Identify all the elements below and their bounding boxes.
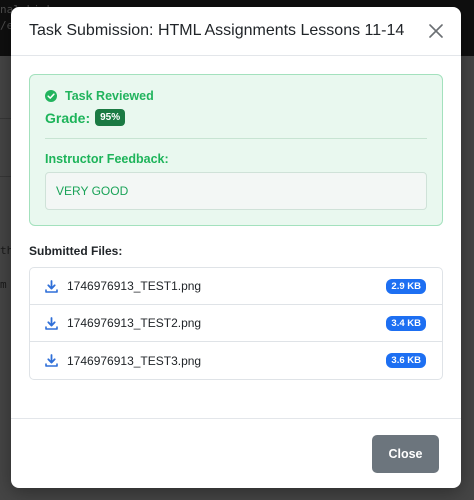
feedback-label: Instructor Feedback: bbox=[45, 152, 169, 166]
grade-row: Grade: 95% bbox=[45, 109, 427, 126]
feedback-text: VERY GOOD bbox=[45, 172, 427, 210]
review-status-label: Task Reviewed bbox=[65, 89, 154, 103]
download-icon bbox=[45, 354, 58, 367]
review-card: Task Reviewed Grade: 95% Instructor Feed… bbox=[29, 74, 443, 226]
file-size-badge: 3.4 KB bbox=[386, 315, 426, 331]
modal-body: Task Reviewed Grade: 95% Instructor Feed… bbox=[11, 56, 461, 380]
modal-header: Task Submission: HTML Assignments Lesson… bbox=[11, 7, 461, 56]
file-name: 1746976913_TEST3.png bbox=[67, 353, 202, 368]
download-icon bbox=[45, 279, 58, 293]
task-submission-modal: Task Submission: HTML Assignments Lesson… bbox=[11, 7, 461, 488]
file-item[interactable]: 1746976913_TEST1.png 2.9 KB bbox=[30, 268, 442, 305]
grade-label: Grade: bbox=[45, 109, 91, 126]
file-size-badge: 3.6 KB bbox=[386, 353, 426, 368]
download-icon bbox=[45, 316, 58, 330]
file-item[interactable]: 1746976913_TEST2.png 3.4 KB bbox=[30, 305, 442, 342]
file-name: 1746976913_TEST2.png bbox=[67, 316, 202, 330]
file-item[interactable]: 1746976913_TEST3.png 3.6 KB bbox=[30, 342, 442, 379]
close-icon[interactable] bbox=[427, 22, 445, 40]
file-list: 1746976913_TEST1.png 2.9 KB 1746976913_T… bbox=[29, 267, 443, 380]
modal-footer: Close bbox=[11, 418, 461, 488]
submitted-files-label: Submitted Files: bbox=[29, 244, 123, 258]
divider bbox=[45, 138, 427, 139]
file-name: 1746976913_TEST1.png bbox=[67, 279, 202, 293]
grade-badge: 95% bbox=[95, 109, 126, 126]
file-size-badge: 2.9 KB bbox=[386, 278, 426, 294]
review-status: Task Reviewed bbox=[45, 89, 427, 103]
check-circle-icon bbox=[45, 90, 57, 102]
modal-title: Task Submission: HTML Assignments Lesson… bbox=[29, 22, 405, 39]
close-button[interactable]: Close bbox=[372, 434, 439, 473]
